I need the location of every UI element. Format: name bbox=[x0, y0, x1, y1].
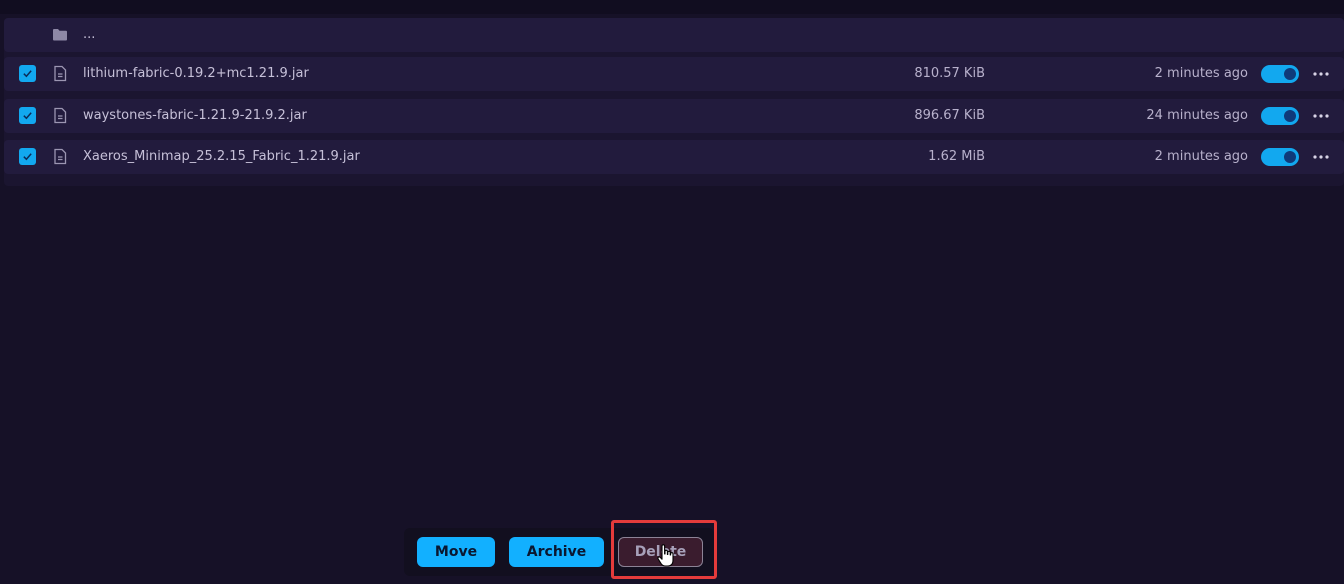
row-checkbox[interactable] bbox=[19, 148, 36, 165]
archive-button[interactable]: Archive bbox=[509, 537, 604, 567]
file-modified: 2 minutes ago bbox=[1154, 66, 1248, 81]
more-horizontal-icon[interactable] bbox=[1312, 65, 1330, 83]
move-button[interactable]: Move bbox=[417, 537, 495, 567]
file-icon bbox=[54, 148, 67, 165]
parent-directory-row[interactable]: ... bbox=[4, 18, 1344, 52]
file-name[interactable]: waystones-fabric-1.21.9-21.9.2.jar bbox=[83, 99, 307, 133]
file-modified: 2 minutes ago bbox=[1154, 149, 1248, 164]
row-checkbox[interactable] bbox=[19, 107, 36, 124]
file-name[interactable]: lithium-fabric-0.19.2+mc1.21.9.jar bbox=[83, 57, 309, 91]
file-row[interactable]: lithium-fabric-0.19.2+mc1.21.9.jar 810.5… bbox=[4, 57, 1344, 91]
file-name[interactable]: Xaeros_Minimap_25.2.15_Fabric_1.21.9.jar bbox=[83, 140, 360, 174]
toggle-knob bbox=[1284, 151, 1296, 163]
file-icon bbox=[54, 107, 67, 124]
toggle-knob bbox=[1284, 110, 1296, 122]
check-icon bbox=[23, 70, 32, 78]
more-horizontal-icon[interactable] bbox=[1312, 148, 1330, 166]
toggle-knob bbox=[1284, 68, 1296, 80]
top-strip bbox=[0, 0, 1344, 14]
enable-toggle[interactable] bbox=[1261, 107, 1299, 125]
file-row[interactable]: waystones-fabric-1.21.9-21.9.2.jar 896.6… bbox=[4, 99, 1344, 133]
enable-toggle[interactable] bbox=[1261, 65, 1299, 83]
enable-toggle[interactable] bbox=[1261, 148, 1299, 166]
row-checkbox[interactable] bbox=[19, 65, 36, 82]
file-icon bbox=[54, 65, 67, 82]
file-row[interactable]: Xaeros_Minimap_25.2.15_Fabric_1.21.9.jar… bbox=[4, 140, 1344, 174]
file-size: 810.57 KiB bbox=[914, 66, 985, 81]
file-size: 896.67 KiB bbox=[914, 108, 985, 123]
folder-icon bbox=[53, 29, 67, 41]
parent-directory-label: ... bbox=[83, 27, 96, 42]
hand-pointer-icon bbox=[657, 544, 674, 567]
more-horizontal-icon[interactable] bbox=[1312, 107, 1330, 125]
check-icon bbox=[23, 112, 32, 120]
file-modified: 24 minutes ago bbox=[1146, 108, 1248, 123]
file-size: 1.62 MiB bbox=[928, 149, 985, 164]
check-icon bbox=[23, 153, 32, 161]
